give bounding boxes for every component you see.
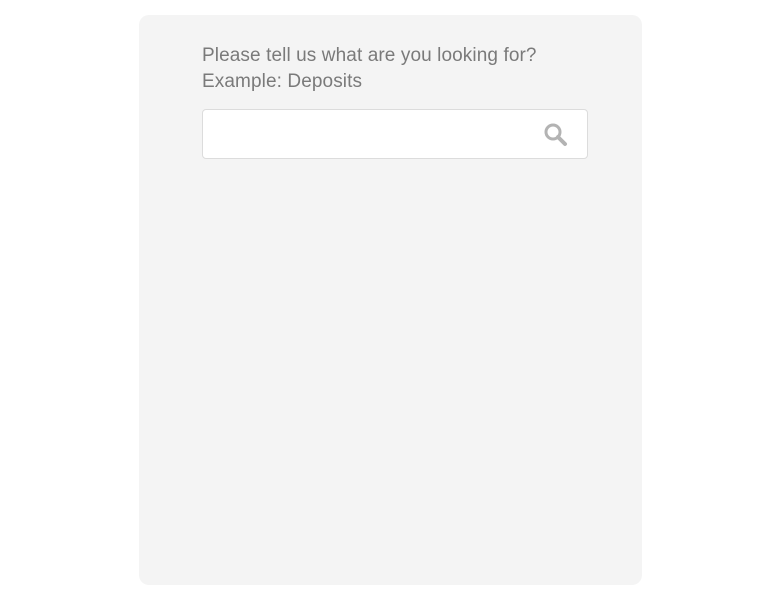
search-icon — [544, 123, 567, 146]
prompt-example: Example: Deposits — [202, 71, 363, 92]
search-button[interactable] — [543, 122, 569, 148]
search-panel: Please tell us what are you looking for?… — [139, 15, 642, 585]
prompt-question: Please tell us what are you looking for? — [202, 45, 537, 66]
search-prompt: Please tell us what are you looking for?… — [202, 43, 537, 95]
search-box — [202, 109, 588, 159]
search-input[interactable] — [203, 110, 523, 158]
